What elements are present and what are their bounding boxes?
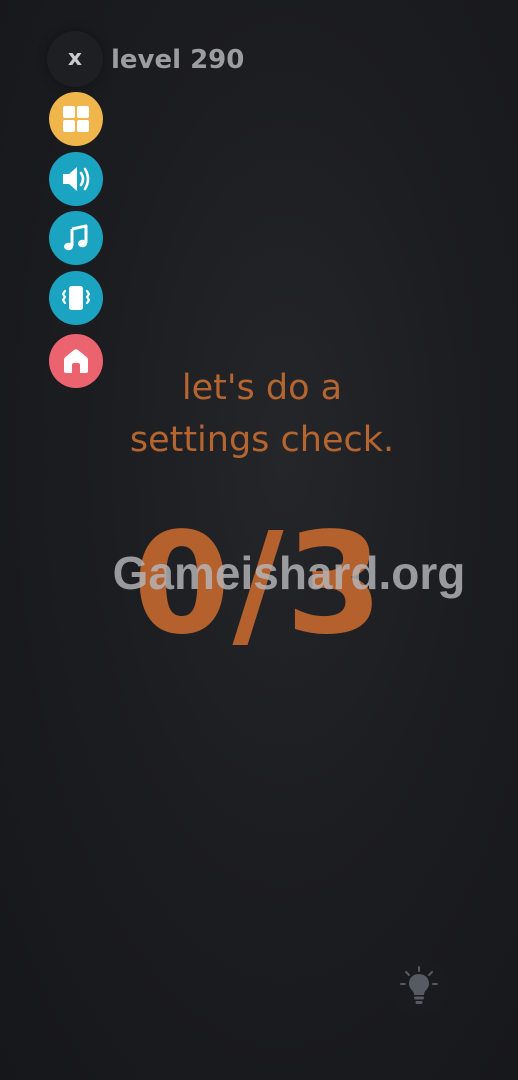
levels-button[interactable]	[49, 92, 103, 146]
close-label: x	[67, 46, 83, 71]
level-title: level 290	[111, 45, 245, 75]
sound-toggle-button[interactable]	[49, 152, 103, 206]
music-note-icon	[64, 224, 88, 251]
instruction-text: let's do a settings check.	[129, 368, 395, 460]
music-toggle-button[interactable]	[49, 211, 103, 265]
grid-icon	[63, 106, 89, 132]
speaker-icon	[63, 167, 90, 191]
hint-button[interactable]	[389, 956, 449, 1016]
vibrate-icon	[61, 286, 91, 310]
vibration-toggle-button[interactable]	[49, 271, 103, 325]
lightbulb-icon	[400, 966, 438, 1004]
close-button[interactable]: x	[47, 31, 103, 87]
watermark-text: Gameishard.org	[112, 547, 466, 599]
